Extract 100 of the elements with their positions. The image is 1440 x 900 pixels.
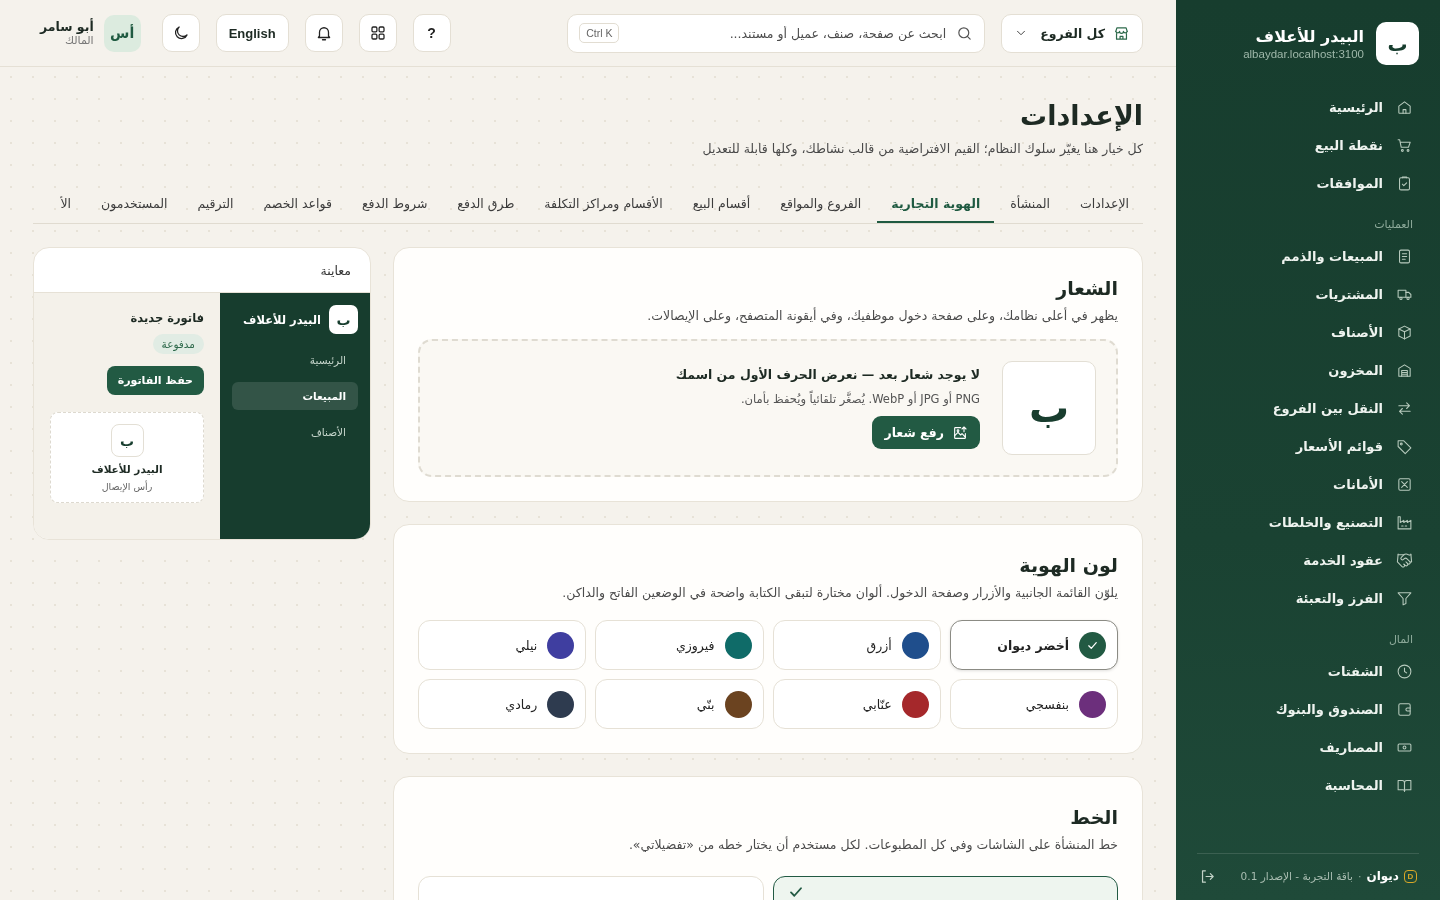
store-icon bbox=[1113, 24, 1130, 42]
brand-domain: albaydar.localhost:3100 bbox=[1243, 48, 1364, 60]
sidebar-item[interactable]: النقل بين الفروع bbox=[1197, 389, 1419, 427]
save-invoice-button[interactable]: حفظ الفاتورة bbox=[106, 366, 204, 395]
tag-icon bbox=[1396, 437, 1413, 455]
user-name: أبو سامر bbox=[40, 19, 94, 34]
language-button[interactable]: English bbox=[215, 14, 289, 52]
sidebar-item[interactable]: المشتريات bbox=[1197, 275, 1419, 313]
home-icon bbox=[1396, 98, 1413, 116]
x-square-icon bbox=[1396, 475, 1413, 493]
color-option[interactable]: بنّي bbox=[595, 679, 764, 729]
settings-tab[interactable]: المنشأة bbox=[996, 186, 1065, 223]
sidebar-item[interactable]: التصنيع والخلطات bbox=[1197, 503, 1419, 541]
funnel-icon bbox=[1396, 589, 1413, 607]
settings-tab[interactable]: قواعد الخصم bbox=[249, 186, 346, 223]
brand-name: البيدر للأعلاف bbox=[243, 312, 321, 327]
empty-logo-title: لا يوجد شعار بعد — نعرض الحرف الأول من اسمك bbox=[675, 367, 980, 382]
brand-logo: ب bbox=[329, 305, 358, 334]
color-option[interactable]: أزرق bbox=[772, 620, 941, 670]
clipboard-check-icon bbox=[1396, 174, 1413, 192]
settings-tab[interactable]: الفروع والمواقع bbox=[766, 186, 876, 223]
search-icon bbox=[956, 24, 974, 42]
settings-tab[interactable]: الإعدادات bbox=[1066, 186, 1143, 223]
settings-tab[interactable]: طرق الدفع bbox=[443, 186, 529, 223]
color-option[interactable]: بنفسجي bbox=[949, 679, 1118, 729]
wallet-icon bbox=[1396, 700, 1413, 718]
sidebar-item[interactable]: المبيعات والذمم bbox=[1197, 237, 1419, 275]
cart-icon bbox=[1396, 136, 1413, 154]
file-format-hint: PNG أو JPG أو WebP. يُصغَّر تلقائياً ويُحفظ بأمان. bbox=[740, 392, 980, 406]
sidebar-item[interactable]: الفرز والتعبئة bbox=[1197, 579, 1419, 617]
sidebar-item[interactable]: المحاسبة bbox=[1197, 766, 1419, 804]
invoice-title: فاتورة جديدة bbox=[130, 311, 204, 325]
sidebar-item[interactable]: المخزون bbox=[1197, 351, 1419, 389]
section-description: يلوّن القائمة الجانبية والأزرار وصفحة الدخول. ألوان مختارة لتبقى الكتابة واضحة في الوضعين الفاتح والداكن. bbox=[561, 585, 1118, 600]
color-option[interactable]: رمادي bbox=[418, 679, 587, 729]
factory-icon bbox=[1396, 513, 1413, 531]
logo-dropzone[interactable]: ب لا يوجد شعار بعد — نعرض الحرف الأول من اسمك PNG أو JPG أو WebP. يُصغَّر تلقائياً ويُحفظ بأمان. رفع شعار bbox=[418, 339, 1118, 477]
user-role: المالك bbox=[64, 34, 94, 47]
preview-nav-item[interactable]: الأصناف bbox=[232, 418, 358, 446]
sidebar-item[interactable]: عقود الخدمة bbox=[1197, 541, 1419, 579]
sidebar-item[interactable]: الموافقات bbox=[1197, 164, 1419, 202]
nav-section-label: المال bbox=[1387, 632, 1414, 648]
receipt-brand-name: البيدر للأعلاف bbox=[91, 463, 163, 475]
settings-tab[interactable]: الأ bbox=[46, 186, 86, 223]
preview-title: معاينة bbox=[320, 262, 351, 278]
separator-dot: · bbox=[1357, 869, 1362, 883]
preview-nav-item[interactable]: المبيعات bbox=[232, 382, 358, 410]
user-avatar[interactable]: أس bbox=[103, 14, 141, 52]
settings-tab[interactable]: الأقسام ومراكز التكلفة bbox=[530, 186, 677, 223]
sidebar-item[interactable]: الشفتات bbox=[1197, 652, 1419, 690]
section-title: لون الهوية bbox=[1018, 553, 1118, 579]
theme-toggle-button[interactable] bbox=[161, 14, 200, 52]
settings-tab[interactable]: المستخدمون bbox=[87, 186, 182, 223]
page-subtitle: كل خيار هنا يغيّر سلوك النظام؛ القيم الافتراضية من قالب نشاطك، وكلها قابلة للتعديل bbox=[701, 141, 1143, 156]
brand-name: البيدر للأعلاف bbox=[1254, 27, 1364, 46]
upload-logo-button[interactable]: رفع شعار bbox=[872, 416, 980, 449]
version-text: باقة التجربة - الإصدار 0.1 bbox=[1240, 870, 1353, 882]
color-option[interactable]: أخضر ديوان bbox=[949, 620, 1118, 670]
page-title: الإعدادات bbox=[1019, 99, 1143, 133]
settings-tab[interactable]: أقسام البيع bbox=[678, 186, 765, 223]
nav-section-label: العمليات bbox=[1373, 217, 1414, 233]
receipt-caption: رأس الإيصال bbox=[101, 481, 153, 492]
section-title: الشعار bbox=[1054, 276, 1118, 302]
sidebar-item[interactable]: قوائم الأسعار bbox=[1197, 427, 1419, 465]
handshake-icon bbox=[1396, 551, 1413, 569]
receipt-logo: ب bbox=[110, 424, 144, 457]
image-upload-icon bbox=[952, 424, 968, 441]
document-icon bbox=[1396, 247, 1413, 265]
notifications-button[interactable] bbox=[304, 14, 343, 52]
section-description: يظهر في أعلى نظامك، وعلى صفحة دخول موظفيك، وفي أيقونة المتصفح، وعلى الإيصالات. bbox=[646, 308, 1118, 323]
sidebar-item[interactable]: نقطة البيع bbox=[1197, 126, 1419, 164]
clock-icon bbox=[1396, 662, 1413, 680]
grid-icon bbox=[368, 24, 387, 42]
warehouse-icon bbox=[1396, 361, 1413, 379]
settings-tab[interactable]: شروط الدفع bbox=[347, 186, 442, 223]
check-icon bbox=[789, 887, 802, 897]
status-badge: مدفوعة bbox=[152, 334, 204, 354]
color-option[interactable]: فيروزي bbox=[595, 620, 764, 670]
settings-tab[interactable]: الهوية التجارية bbox=[877, 186, 995, 223]
section-description: خط المنشأة على الشاشات وفي كل المطبوعات. لكل مستخدم أن يختار خطه من «تفضيلاتي». bbox=[627, 837, 1118, 852]
product-name: ديوان bbox=[1366, 869, 1399, 883]
logout-button[interactable] bbox=[1199, 867, 1216, 885]
product-logo: D bbox=[1404, 869, 1417, 883]
help-button[interactable]: ? bbox=[412, 14, 451, 52]
sidebar-item[interactable]: الرئيسية bbox=[1197, 88, 1419, 126]
preview-nav-item[interactable]: الرئيسية bbox=[232, 346, 358, 374]
brand-logo: ب bbox=[1376, 22, 1419, 65]
sidebar-item[interactable]: الأمانات bbox=[1197, 465, 1419, 503]
sidebar-item[interactable]: الأصناف bbox=[1197, 313, 1419, 351]
cube-icon bbox=[1396, 323, 1413, 341]
apps-button[interactable] bbox=[358, 14, 397, 52]
sidebar-item[interactable]: الصندوق والبنوك bbox=[1197, 690, 1419, 728]
color-option[interactable]: عنّابي bbox=[772, 679, 941, 729]
branch-selector[interactable]: كل الفروع bbox=[1001, 13, 1143, 53]
section-title: الخط bbox=[1069, 805, 1118, 830]
settings-tab[interactable]: الترقيم bbox=[183, 186, 248, 223]
shortcut-hint: Ctrl K bbox=[579, 22, 620, 43]
sidebar-item[interactable]: المصاريف bbox=[1197, 728, 1419, 766]
color-option[interactable]: نيلي bbox=[418, 620, 587, 670]
logo-placeholder: ب bbox=[1002, 361, 1096, 455]
